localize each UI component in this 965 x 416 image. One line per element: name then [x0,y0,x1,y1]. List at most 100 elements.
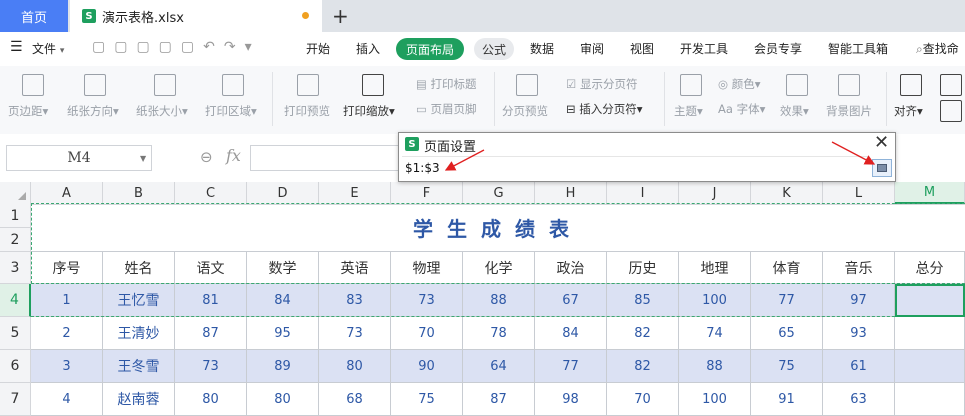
column-header-f[interactable]: F [391,182,463,204]
table-cell[interactable]: 84 [247,284,319,317]
column-header-k[interactable]: K [751,182,823,204]
table-cell[interactable]: 73 [391,284,463,317]
table-cell[interactable]: 89 [247,350,319,383]
print-area-button[interactable]: 打印区域▾ [205,103,257,119]
tab-home[interactable]: 开始 [306,40,330,57]
table-cell[interactable]: 73 [175,350,247,383]
rotate-icon[interactable] [940,100,962,122]
table-cell[interactable]: 88 [679,350,751,383]
table-cell[interactable]: 82 [607,317,679,350]
table-cell[interactable]: 70 [391,317,463,350]
table-cell[interactable]: 73 [319,317,391,350]
effects-button[interactable]: 效果▾ [780,103,809,119]
column-header-h[interactable]: H [535,182,607,204]
orientation-button[interactable]: 纸张方向▾ [67,103,119,119]
column-header-g[interactable]: G [463,182,535,204]
row-header-2[interactable]: 2 [0,228,31,252]
table-cell[interactable]: 87 [175,317,247,350]
file-menu[interactable]: 文件 ▾ [32,40,64,57]
hamburger-icon[interactable]: ☰ [10,39,23,55]
chevron-down-icon[interactable]: ▼ [140,154,146,163]
table-cell[interactable]: 2 [31,317,103,350]
tab-insert[interactable]: 插入 [356,40,380,57]
colors-button[interactable]: ◎ 颜色▾ [718,76,760,92]
table-cell[interactable]: 赵南蓉 [103,383,175,416]
table-cell[interactable]: 75 [391,383,463,416]
table-cell[interactable]: 70 [607,383,679,416]
table-cell[interactable]: 90 [391,350,463,383]
table-cell[interactable]: 100 [679,383,751,416]
table-cell[interactable]: 84 [535,317,607,350]
table-cell[interactable]: 88 [463,284,535,317]
tab-formulas[interactable]: 公式 [474,38,514,60]
table-cell[interactable]: 64 [463,350,535,383]
header-cell[interactable]: 总分 [895,252,965,284]
page-break-preview-button[interactable]: 分页预览 [502,103,548,119]
table-cell[interactable]: 王清妙 [103,317,175,350]
header-cell[interactable]: 姓名 [103,252,175,284]
row-header-3[interactable]: 3 [0,252,31,284]
column-header-m[interactable]: M [895,182,965,204]
header-cell[interactable]: 历史 [607,252,679,284]
close-icon[interactable]: ✕ [874,132,889,153]
table-cell[interactable]: 65 [751,317,823,350]
header-cell[interactable]: 物理 [391,252,463,284]
header-cell[interactable]: 政治 [535,252,607,284]
background-image-button[interactable]: 背景图片 [826,103,872,119]
table-cell[interactable]: 98 [535,383,607,416]
table-cell[interactable] [895,350,965,383]
table-cell[interactable]: 77 [535,350,607,383]
select-all-corner[interactable] [0,182,31,204]
header-cell[interactable]: 地理 [679,252,751,284]
table-cell[interactable]: 80 [175,383,247,416]
insert-page-break-button[interactable]: ⊟ 插入分页符▾ [566,101,643,117]
table-cell[interactable]: 68 [319,383,391,416]
header-cell[interactable]: 音乐 [823,252,895,284]
margins-button[interactable]: 页边距▾ [8,103,48,119]
theme-button[interactable]: 主题▾ [674,103,703,119]
table-cell[interactable] [895,317,965,350]
table-cell[interactable]: 74 [679,317,751,350]
table-cell[interactable]: 81 [175,284,247,317]
zoom-icon[interactable]: ⊖ [200,148,213,166]
quick-access-icons[interactable]: ▢▢▢▢▢↶↷▾ [92,39,261,55]
header-footer-button[interactable]: ▭ 页眉页脚 [416,101,477,117]
column-header-b[interactable]: B [103,182,175,204]
column-header-c[interactable]: C [175,182,247,204]
header-cell[interactable]: 化学 [463,252,535,284]
align-button[interactable]: 对齐▾ [894,103,923,119]
table-cell[interactable]: 91 [751,383,823,416]
column-header-a[interactable]: A [31,182,103,204]
tab-page-layout[interactable]: 页面布局 [396,38,464,60]
tab-view[interactable]: 视图 [630,40,654,57]
table-cell[interactable] [895,284,965,317]
fx-icon[interactable]: fx [226,146,241,165]
tab-developer[interactable]: 开发工具 [680,40,728,57]
table-cell[interactable]: 93 [823,317,895,350]
header-cell[interactable]: 语文 [175,252,247,284]
show-page-breaks-checkbox[interactable]: ☑ 显示分页符 [566,76,637,92]
table-cell[interactable]: 63 [823,383,895,416]
formula-input[interactable] [250,145,400,171]
print-preview-button[interactable]: 打印预览 [284,103,330,119]
header-cell[interactable]: 英语 [319,252,391,284]
row-header-7[interactable]: 7 [0,383,31,416]
column-header-j[interactable]: J [679,182,751,204]
column-header-d[interactable]: D [247,182,319,204]
print-scale-button[interactable]: 打印缩放▾ [343,103,395,119]
row-header-6[interactable]: 6 [0,350,31,383]
paper-size-button[interactable]: 纸张大小▾ [136,103,188,119]
tab-membership[interactable]: 会员专享 [754,40,802,57]
table-cell[interactable]: 97 [823,284,895,317]
header-cell[interactable]: 体育 [751,252,823,284]
row-header-1[interactable]: 1 [0,204,31,228]
file-tab[interactable]: S 演示表格.xlsx [70,0,322,32]
tab-review[interactable]: 审阅 [580,40,604,57]
table-cell[interactable]: 王冬雪 [103,350,175,383]
new-tab-button[interactable]: + [332,4,349,28]
table-cell[interactable]: 3 [31,350,103,383]
print-titles-range-input[interactable]: $1:$3 [402,156,868,178]
table-cell[interactable]: 78 [463,317,535,350]
table-cell[interactable]: 67 [535,284,607,317]
table-cell[interactable]: 4 [31,383,103,416]
